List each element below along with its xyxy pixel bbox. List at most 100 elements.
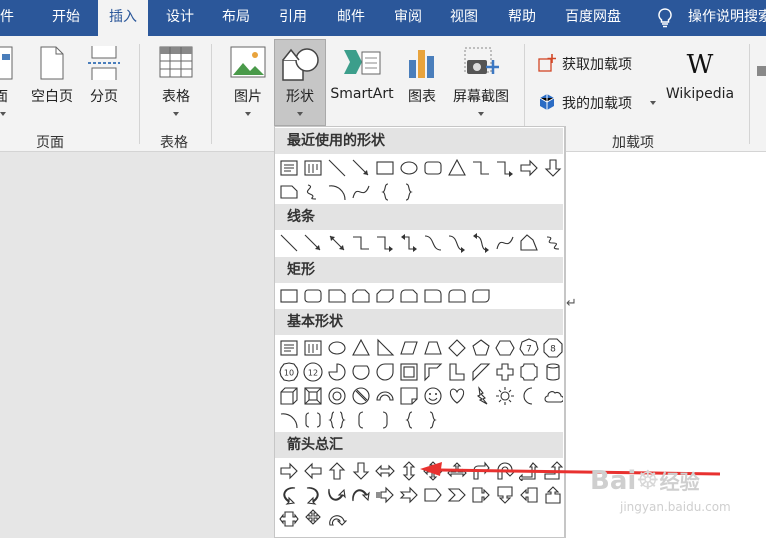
smartart-button[interactable]: SmartArt — [328, 44, 396, 104]
curved-right-arrow-icon[interactable] — [277, 483, 301, 507]
line-icon[interactable] — [277, 231, 301, 255]
elbow-arrow-connector-icon[interactable] — [493, 156, 517, 180]
triangle-icon[interactable] — [445, 156, 469, 180]
half-frame-icon[interactable] — [421, 360, 445, 384]
rectangle-icon[interactable] — [373, 156, 397, 180]
cross-icon[interactable] — [493, 360, 517, 384]
block-arc-icon[interactable] — [373, 384, 397, 408]
freeform-icon[interactable] — [517, 231, 541, 255]
line-icon[interactable] — [325, 156, 349, 180]
camera-icon[interactable] — [757, 64, 766, 82]
chevron-arrow-icon[interactable] — [445, 483, 469, 507]
tab-references[interactable]: 引用 — [279, 0, 307, 36]
no-symbol-icon[interactable] — [349, 384, 373, 408]
page-break-button[interactable]: 分页 — [82, 44, 126, 105]
vertical-text-box-icon[interactable] — [301, 156, 325, 180]
snip-diagonal-icon[interactable] — [373, 284, 397, 308]
get-addins-button[interactable]: 获取加载项 — [536, 53, 640, 75]
moon-icon[interactable] — [517, 384, 541, 408]
tab-help[interactable]: 帮助 — [508, 0, 536, 36]
bevel-icon[interactable] — [301, 384, 325, 408]
my-addins-button[interactable]: 我的加载项 — [536, 92, 660, 114]
right-arrow-icon[interactable] — [517, 156, 541, 180]
tab-insert[interactable]: 插入 — [98, 0, 148, 36]
up-down-arrow-icon[interactable] — [397, 459, 421, 483]
scribble-icon[interactable] — [541, 231, 565, 255]
pentagon-arrow-icon[interactable] — [421, 483, 445, 507]
isosceles-triangle-icon[interactable] — [349, 336, 373, 360]
sun-icon[interactable] — [493, 384, 517, 408]
curved-up-arrow-icon[interactable] — [325, 483, 349, 507]
parallelogram-icon[interactable] — [397, 336, 421, 360]
diamond-icon[interactable] — [445, 336, 469, 360]
right-brace-icon[interactable] — [421, 408, 445, 432]
up-arrow-callout-icon[interactable] — [541, 483, 565, 507]
round-diagonal-icon[interactable] — [469, 284, 493, 308]
round-single-corner-icon[interactable] — [421, 284, 445, 308]
double-arrow-line-icon[interactable] — [325, 231, 349, 255]
tab-review[interactable]: 审阅 — [394, 0, 422, 36]
left-brace-icon[interactable] — [373, 180, 397, 204]
smiley-icon[interactable] — [421, 384, 445, 408]
arc-icon[interactable] — [277, 408, 301, 432]
snip-single-corner-icon[interactable] — [325, 284, 349, 308]
elbow-double-arrow-icon[interactable] — [397, 231, 421, 255]
pentagon-icon[interactable] — [469, 336, 493, 360]
left-arrow-icon[interactable] — [301, 459, 325, 483]
snip-same-side-icon[interactable] — [349, 284, 373, 308]
frame-icon[interactable] — [397, 360, 421, 384]
folded-corner-icon[interactable] — [397, 384, 421, 408]
decagon-icon[interactable]: 10 — [277, 360, 301, 384]
left-right-arrow-icon[interactable] — [373, 459, 397, 483]
elbow-connector-icon[interactable] — [469, 156, 493, 180]
dodecagon-icon[interactable]: 12 — [301, 360, 325, 384]
curved-connector-icon[interactable] — [421, 231, 445, 255]
tell-me-search[interactable]: 操作说明搜索 — [688, 0, 766, 36]
curve-icon[interactable] — [493, 231, 517, 255]
snip-round-icon[interactable] — [397, 284, 421, 308]
down-arrow-icon[interactable] — [541, 156, 565, 180]
left-right-arrow-callout-icon[interactable] — [277, 507, 301, 531]
heptagon-icon[interactable]: 7 — [517, 336, 541, 360]
screenshot-button[interactable]: 屏幕截图 — [448, 44, 514, 122]
arrow-line-icon[interactable] — [301, 231, 325, 255]
lightning-icon[interactable] — [469, 384, 493, 408]
right-arrow-icon[interactable] — [277, 459, 301, 483]
tab-layout[interactable]: 布局 — [222, 0, 250, 36]
snip-rectangle-icon[interactable] — [277, 180, 301, 204]
elbow-arrow-connector-icon[interactable] — [373, 231, 397, 255]
l-shape-icon[interactable] — [445, 360, 469, 384]
right-bracket-icon[interactable] — [373, 408, 397, 432]
text-box-icon[interactable] — [277, 336, 301, 360]
heart-icon[interactable] — [445, 384, 469, 408]
curved-down-arrow-icon[interactable] — [349, 483, 373, 507]
blank-page-button[interactable]: 空白页 — [26, 44, 78, 105]
curve-icon[interactable] — [349, 180, 373, 204]
octagon-icon[interactable]: 8 — [541, 336, 565, 360]
tab-view[interactable]: 视图 — [450, 0, 478, 36]
tab-home[interactable]: 开始 — [52, 0, 80, 36]
oval-icon[interactable] — [397, 156, 421, 180]
cube-icon[interactable] — [277, 384, 301, 408]
teardrop-icon[interactable] — [373, 360, 397, 384]
arc-icon[interactable] — [325, 180, 349, 204]
curved-left-arrow-icon[interactable] — [301, 483, 325, 507]
tab-baidu-netdisk[interactable]: 百度网盘 — [565, 0, 621, 36]
rectangle-icon[interactable] — [277, 284, 301, 308]
vertical-text-box-icon[interactable] — [301, 336, 325, 360]
arrow-line-icon[interactable] — [349, 156, 373, 180]
trapezoid-icon[interactable] — [421, 336, 445, 360]
squiggle-icon[interactable] — [301, 180, 325, 204]
notched-right-arrow-icon[interactable] — [397, 483, 421, 507]
left-bracket-icon[interactable] — [349, 408, 373, 432]
oval-icon[interactable] — [325, 336, 349, 360]
rounded-rectangle-icon[interactable] — [421, 156, 445, 180]
wikipedia-button[interactable]: W Wikipedia — [662, 44, 738, 104]
cover-page-button[interactable]: 面 — [0, 44, 24, 116]
curved-double-arrow-icon[interactable] — [469, 231, 493, 255]
right-brace-icon[interactable] — [397, 180, 421, 204]
hexagon-icon[interactable] — [493, 336, 517, 360]
tab-file[interactable]: 件 — [0, 0, 14, 36]
tab-design[interactable]: 设计 — [166, 0, 194, 36]
down-arrow-icon[interactable] — [349, 459, 373, 483]
